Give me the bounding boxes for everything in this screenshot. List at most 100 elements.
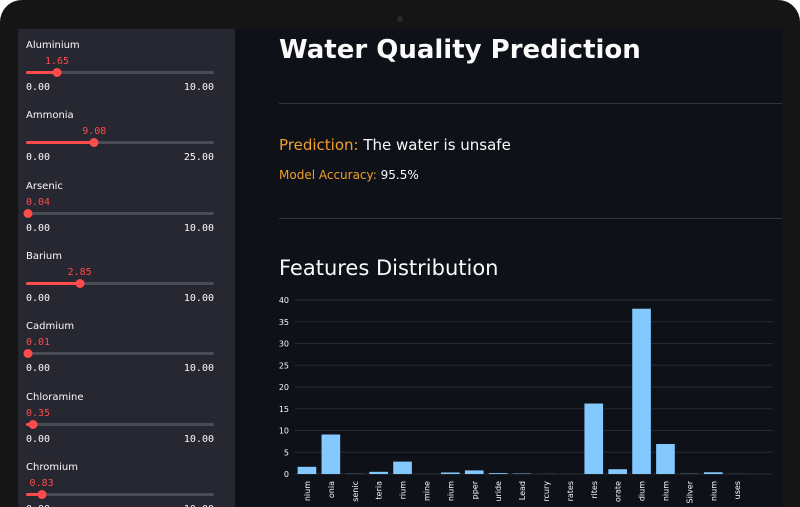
slider-thumb[interactable] bbox=[52, 68, 62, 77]
slider-ammonia[interactable]: Ammonia 9.08 0.00 25.00 bbox=[26, 110, 214, 170]
slider-thumb[interactable] bbox=[23, 208, 33, 218]
x-tick-label: senic bbox=[351, 481, 360, 502]
accuracy-label: Model Accuracy: bbox=[279, 168, 377, 182]
slider-cadmium[interactable]: Cadmium 0.01 0.00 10.00 bbox=[23, 321, 214, 381]
slider-label: Chromium bbox=[26, 461, 78, 473]
y-tick-label: 35 bbox=[279, 318, 289, 327]
slider-fill bbox=[26, 281, 80, 285]
x-tick-label: nium bbox=[446, 481, 455, 501]
slider-max: 10.00 bbox=[183, 222, 214, 234]
x-tick-label: mine bbox=[422, 481, 431, 501]
bar[interactable] bbox=[464, 470, 484, 474]
slider-track[interactable] bbox=[23, 349, 214, 359]
app-screen: Aluminium 1.65 0.00 10.00 Ammonia 9.08 0.00 25.… bbox=[18, 29, 782, 507]
slider-max: 25.00 bbox=[183, 152, 214, 164]
bar[interactable] bbox=[703, 472, 723, 474]
slider-track[interactable] bbox=[26, 419, 214, 429]
slider-min: 0.00 bbox=[26, 152, 51, 164]
slider-arsenic[interactable]: Arsenic 0.04 0.00 10.00 bbox=[23, 180, 214, 241]
bar[interactable] bbox=[297, 466, 317, 474]
prediction-label: Prediction: bbox=[279, 136, 359, 154]
prediction-value: The water is unsafe bbox=[363, 136, 511, 154]
y-tick-label: 40 bbox=[279, 296, 289, 305]
slider-chromium[interactable]: Chromium0.830.0010.00 bbox=[26, 462, 214, 507]
slider-aluminium[interactable]: Aluminium 1.65 0.00 10.00 bbox=[26, 40, 214, 100]
camera-dot bbox=[397, 16, 403, 22]
bar[interactable] bbox=[632, 308, 651, 474]
x-tick-label: rates bbox=[566, 481, 575, 501]
accuracy-line: Model Accuracy: 95.5% bbox=[279, 168, 419, 182]
slider-thumb[interactable] bbox=[37, 489, 47, 499]
bar[interactable] bbox=[488, 473, 508, 474]
slider-value: 1.65 bbox=[44, 56, 70, 67]
slider-barium[interactable]: Barium 2.85 0.00 10.00 bbox=[26, 251, 214, 311]
bar[interactable] bbox=[608, 469, 627, 474]
x-tick-label: uride bbox=[494, 481, 503, 502]
slider-track[interactable] bbox=[26, 138, 214, 148]
slider-value: 2.85 bbox=[67, 266, 92, 278]
slider-max: 10.00 bbox=[183, 433, 214, 445]
slider-label: Chloramine bbox=[26, 391, 84, 403]
x-tick-label: rcury bbox=[542, 481, 551, 502]
slider-value: 0.35 bbox=[25, 407, 51, 419]
slider-max: 10.00 bbox=[183, 363, 214, 375]
bar[interactable] bbox=[393, 461, 412, 474]
slider-label: Ammonia bbox=[26, 110, 74, 122]
sidebar: Aluminium 1.65 0.00 10.00 Ammonia 9.08 0.00 25.… bbox=[18, 29, 235, 507]
y-tick-label: 30 bbox=[279, 340, 289, 349]
bar[interactable] bbox=[441, 472, 460, 474]
main-content: Water Quality Prediction Prediction: The… bbox=[235, 29, 782, 507]
slider-track[interactable] bbox=[26, 68, 214, 77]
slider-track[interactable] bbox=[23, 208, 214, 218]
device-frame: Aluminium 1.65 0.00 10.00 Ammonia 9.08 0.00 25.… bbox=[0, 0, 800, 507]
bar[interactable] bbox=[321, 434, 341, 474]
slider-thumb[interactable] bbox=[28, 419, 38, 429]
slider-min: 0.00 bbox=[26, 363, 51, 375]
x-tick-label: nium bbox=[709, 481, 718, 501]
slider-track[interactable] bbox=[26, 489, 214, 499]
x-tick-label: Lead bbox=[518, 481, 527, 500]
slider-value: 0.83 bbox=[29, 477, 54, 489]
x-tick-label: Silver bbox=[685, 480, 694, 503]
features-bar-chart: 0 5 10 15 20 25 30 35 40 nium onia senic teria rium mi… bbox=[279, 296, 773, 503]
slider-fill bbox=[26, 141, 95, 145]
x-tick-label: nium bbox=[303, 481, 312, 501]
features-title: Features Distribution bbox=[279, 256, 499, 280]
prediction-line: Prediction: The water is unsafe bbox=[279, 136, 511, 154]
slider-thumb[interactable] bbox=[89, 138, 99, 148]
y-tick-label: 10 bbox=[279, 427, 289, 436]
bar[interactable] bbox=[656, 443, 675, 474]
slider-value: 9.08 bbox=[82, 126, 107, 138]
x-tick-label: nium bbox=[661, 481, 670, 501]
slider-min: 0.00 bbox=[26, 433, 51, 445]
accuracy-value: 95.5% bbox=[380, 168, 419, 182]
slider-label: Arsenic bbox=[26, 180, 63, 192]
y-tick-label: 15 bbox=[279, 405, 289, 414]
divider bbox=[279, 103, 782, 104]
slider-track[interactable] bbox=[26, 278, 214, 288]
x-tick-label: onia bbox=[327, 481, 336, 498]
slider-value: 0.04 bbox=[25, 196, 51, 208]
slider-value: 0.01 bbox=[25, 337, 51, 349]
page-title: Water Quality Prediction bbox=[279, 35, 641, 65]
divider bbox=[279, 218, 782, 219]
y-tick-label: 20 bbox=[279, 383, 289, 392]
x-tick-label: teria bbox=[375, 481, 384, 500]
slider-max: 10.00 bbox=[183, 292, 214, 304]
slider-label: Barium bbox=[26, 250, 62, 262]
slider-label: Aluminium bbox=[26, 40, 80, 51]
slider-chloramine[interactable]: Chloramine 0.35 0.00 10.00 bbox=[26, 392, 214, 452]
x-tick-label: uses bbox=[733, 481, 742, 499]
x-tick-label: dium bbox=[638, 481, 647, 501]
bar[interactable] bbox=[584, 403, 604, 474]
slider-label: Cadmium bbox=[26, 321, 75, 333]
slider-max: 10.00 bbox=[183, 82, 214, 93]
y-tick-label: 25 bbox=[279, 361, 289, 370]
x-tick-label: orate bbox=[614, 481, 623, 502]
slider-min: 0.00 bbox=[26, 292, 51, 304]
slider-thumb[interactable] bbox=[75, 278, 85, 288]
slider-thumb[interactable] bbox=[23, 349, 33, 359]
x-tick-label: pper bbox=[470, 480, 479, 499]
y-tick-label: 5 bbox=[284, 448, 289, 457]
bar[interactable] bbox=[369, 471, 388, 474]
